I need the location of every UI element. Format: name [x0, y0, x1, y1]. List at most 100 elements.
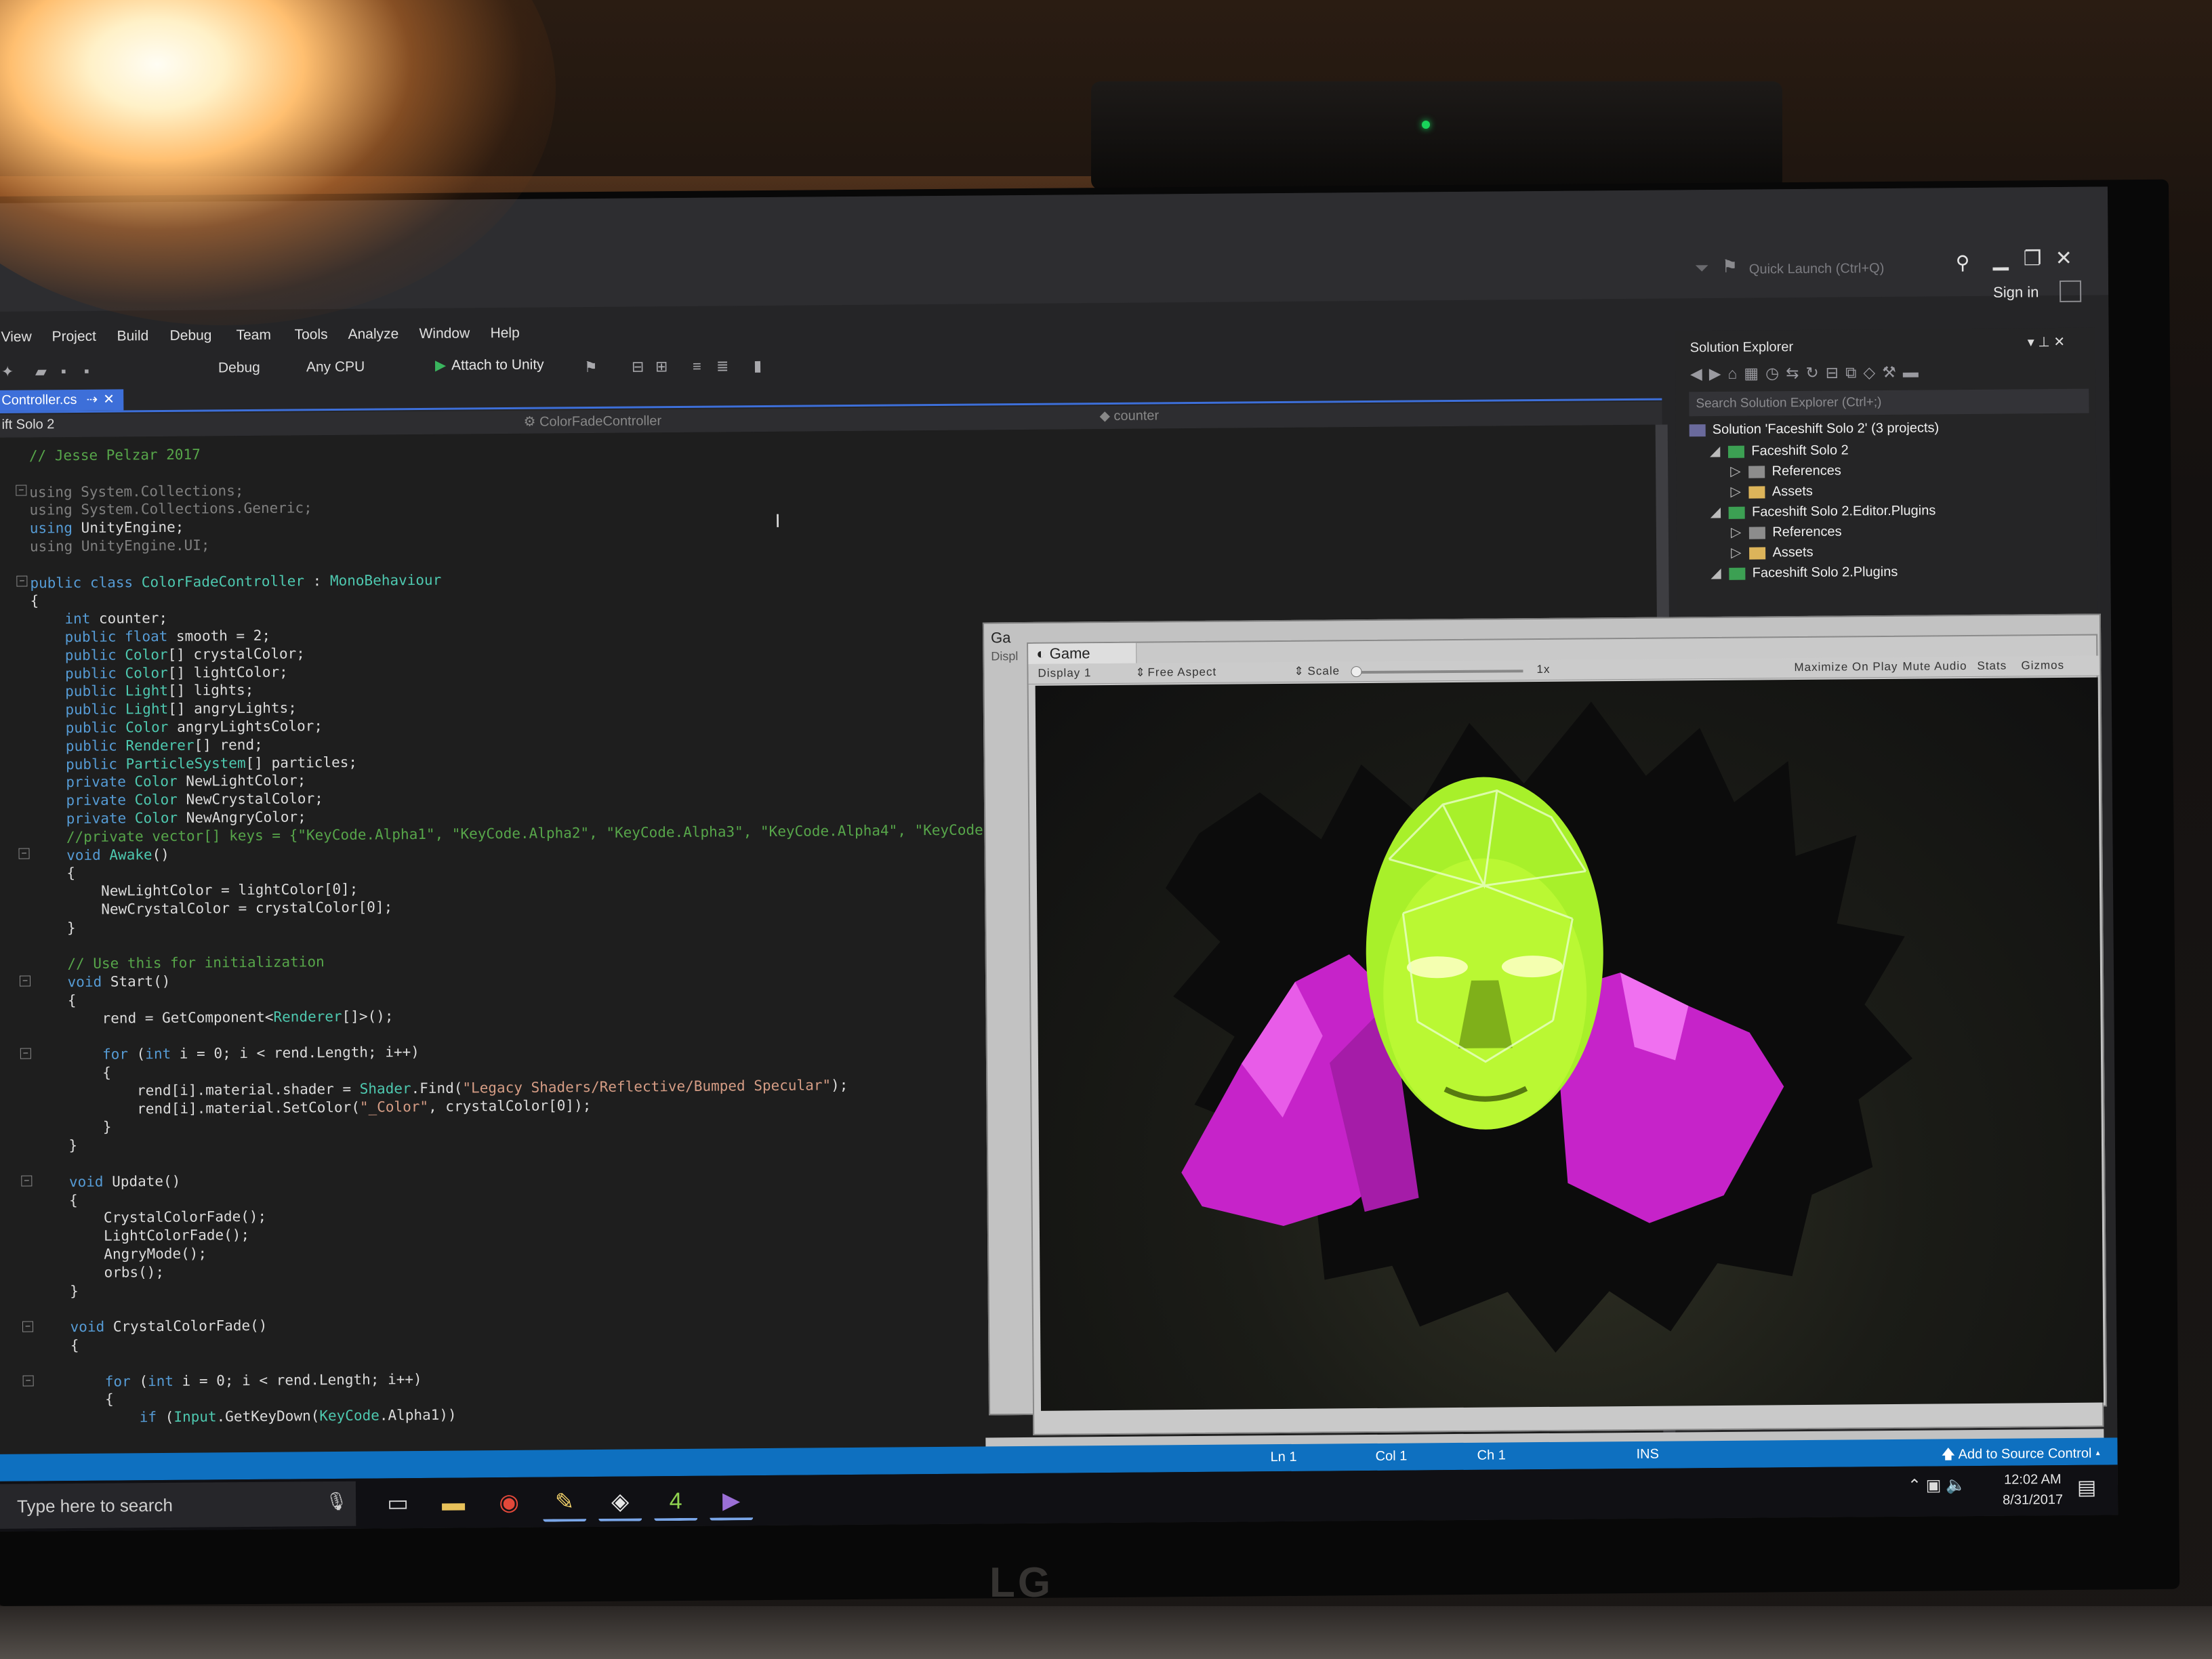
sign-in-link[interactable]: Sign in [1993, 283, 2039, 302]
fold-marker[interactable]: − [18, 848, 30, 859]
menu-team[interactable]: Team [236, 327, 271, 344]
home-icon[interactable]: ⌂ [1727, 365, 1744, 382]
history-icon[interactable]: ◷ [1765, 364, 1786, 382]
minimize-icon[interactable]: ▁ [1993, 247, 2009, 271]
tree-item[interactable]: ◢ Faceshift Solo 2 [1710, 441, 1849, 459]
unity-game-window[interactable]: ◐ Game Display 1 ⇕ Free Aspect ⇕ Scale 1… [1027, 634, 2104, 1435]
task-view-icon[interactable]: ▭ [376, 1483, 419, 1523]
tree-item[interactable]: ▷ References [1730, 462, 1841, 480]
forward-icon[interactable]: ▶ [1709, 365, 1728, 382]
bookmark-icon[interactable]: ▮ [754, 357, 762, 375]
tab-game[interactable]: ◐ Game [1028, 642, 1137, 664]
filter-icon[interactable]: ⏷ [1695, 258, 1709, 279]
browser-link-icon[interactable]: ⚑ [584, 359, 598, 376]
scale-slider-handle[interactable] [1351, 666, 1362, 678]
close-tab-icon[interactable]: ✕ [103, 392, 115, 407]
view-code-icon[interactable]: ◇ [1863, 363, 1882, 381]
pencil-app-icon[interactable]: ✎ [542, 1482, 587, 1522]
chevron-up-icon[interactable]: ⌃ [1908, 1477, 1926, 1495]
fold-marker[interactable]: − [16, 575, 28, 587]
file-explorer-icon[interactable]: ▬ [432, 1483, 475, 1523]
refresh-icon[interactable]: ↻ [1805, 364, 1825, 382]
restore-icon[interactable]: ❐ [2024, 247, 2042, 270]
uncomment-icon[interactable]: ≣ [716, 357, 729, 375]
avatar[interactable] [2059, 280, 2082, 302]
fold-marker[interactable]: − [20, 1048, 31, 1059]
menu-build[interactable]: Build [117, 328, 148, 344]
save-all-icon[interactable]: ▪ [84, 363, 89, 380]
aspect-select[interactable]: Free Aspect [1147, 665, 1216, 680]
scale-slider-track[interactable] [1353, 670, 1523, 674]
taskbar-clock[interactable]: 12:02 AM 8/31/2017 [2003, 1469, 2063, 1511]
tab-colorfadecontroller[interactable]: Controller.cs ⇢ ✕ [0, 389, 124, 411]
code-text[interactable]: // Jesse Pelzar 2017 using System.Collec… [29, 439, 1048, 1428]
collapse-arrow-icon[interactable]: ◢ [1711, 505, 1721, 520]
unity-icon[interactable]: ◈ [598, 1481, 642, 1521]
sync-icon[interactable]: ⇆ [1786, 364, 1805, 382]
display-select[interactable]: Display 1 [1038, 666, 1091, 680]
fold-marker[interactable]: − [22, 1321, 34, 1332]
expand-arrow-icon[interactable]: ▷ [1731, 525, 1742, 540]
menu-help[interactable]: Help [490, 325, 519, 342]
save-icon[interactable]: ▪ [61, 363, 66, 380]
fold-marker[interactable]: − [19, 975, 31, 987]
member-dropdown[interactable]: ◆ counter [1099, 407, 1159, 424]
fold-marker[interactable]: − [22, 1375, 34, 1387]
tree-item[interactable]: ▷ References [1731, 523, 1842, 541]
pin-icon[interactable]: ⇢ [86, 392, 98, 407]
add-to-source-control-button[interactable]: 🡅 Add to Source Control ▴ [1941, 1443, 2101, 1468]
switch-views-icon[interactable]: ▦ [1744, 364, 1765, 382]
fold-marker[interactable]: − [16, 485, 27, 496]
tree-item[interactable]: ▷ Assets [1730, 483, 1813, 500]
collapse-arrow-icon[interactable]: ◢ [1710, 444, 1721, 459]
tree-item[interactable]: ◢ Faceshift Solo 2.Plugins [1711, 563, 1898, 581]
show-all-files-icon[interactable]: ⧉ [1845, 363, 1864, 381]
stats-toggle[interactable]: Stats [1977, 659, 2007, 673]
fold-marker[interactable]: − [21, 1175, 33, 1187]
tree-item[interactable]: ◢ Faceshift Solo 2.Editor.Plugins [1711, 501, 1936, 520]
type-dropdown[interactable]: ⚙ ColorFadeController [523, 412, 661, 430]
open-folder-icon[interactable]: ▰ [35, 363, 47, 380]
project-dropdown[interactable]: ift Solo 2 [1, 417, 54, 433]
close-icon[interactable]: ✕ [2053, 335, 2065, 350]
tree-item[interactable]: Solution 'Faceshift Solo 2' (3 projects) [1689, 420, 1940, 438]
chevron-down-icon[interactable]: ▾ [2028, 335, 2039, 350]
menu-view[interactable]: View [1, 329, 31, 345]
display-select-back[interactable]: Displ [991, 649, 1018, 663]
attach-to-unity-button[interactable]: ▶ Attach to Unity [435, 356, 544, 374]
close-icon[interactable]: ✕ [2055, 247, 2072, 270]
menu-debug[interactable]: Debug [169, 327, 211, 344]
action-center-icon[interactable]: ▤ [2077, 1476, 2097, 1500]
solution-configuration-select[interactable]: Debug [218, 360, 260, 376]
solution-platform-select[interactable]: Any CPU [306, 359, 365, 376]
network-icon[interactable]: ▣ [1926, 1476, 1946, 1494]
mute-audio-toggle[interactable]: Mute Audio [1902, 659, 1967, 674]
step-over-icon[interactable]: ⊞ [655, 358, 668, 375]
feedback-icon[interactable]: ⚑ [1722, 256, 1738, 277]
aspect-chevron-icon[interactable]: ⇕ [1294, 665, 1304, 678]
solution-explorer-search-input[interactable]: Search Solution Explorer (Ctrl+;) [1689, 388, 2089, 417]
new-project-icon[interactable]: ✦ [1, 363, 14, 381]
menu-window[interactable]: Window [419, 325, 470, 342]
visual-studio-icon[interactable]: ▶ [709, 1481, 754, 1521]
expand-arrow-icon[interactable]: ▷ [1731, 546, 1742, 560]
back-icon[interactable]: ◀ [1690, 365, 1709, 382]
properties-icon[interactable]: ⚒ [1882, 363, 1903, 381]
collapse-arrow-icon[interactable]: ◢ [1711, 566, 1721, 581]
quick-launch-input[interactable]: Quick Launch (Ctrl+Q) [1749, 255, 1932, 281]
tree-item[interactable]: ▷ Assets [1731, 544, 1814, 561]
display-chevron-icon[interactable]: ⇕ [1135, 666, 1145, 680]
menu-project[interactable]: Project [52, 329, 96, 346]
search-icon[interactable]: ⚲ [1956, 251, 1970, 274]
game-viewport[interactable] [1035, 677, 2104, 1411]
expand-arrow-icon[interactable]: ▷ [1730, 464, 1741, 479]
gizmos-toggle[interactable]: Gizmos [2021, 659, 2064, 672]
microphone-icon[interactable]: 🎙 [325, 1491, 348, 1512]
taskbar-search-input[interactable]: Type here to search [0, 1481, 356, 1529]
volume-icon[interactable]: 🔈 [1946, 1476, 1966, 1494]
comment-icon[interactable]: ≡ [693, 358, 701, 375]
menu-analyze[interactable]: Analyze [348, 326, 398, 343]
green-app-icon[interactable]: 4 [653, 1481, 698, 1521]
chrome-icon[interactable]: ◉ [487, 1483, 531, 1523]
preview-icon[interactable]: ▬ [1903, 363, 1925, 381]
